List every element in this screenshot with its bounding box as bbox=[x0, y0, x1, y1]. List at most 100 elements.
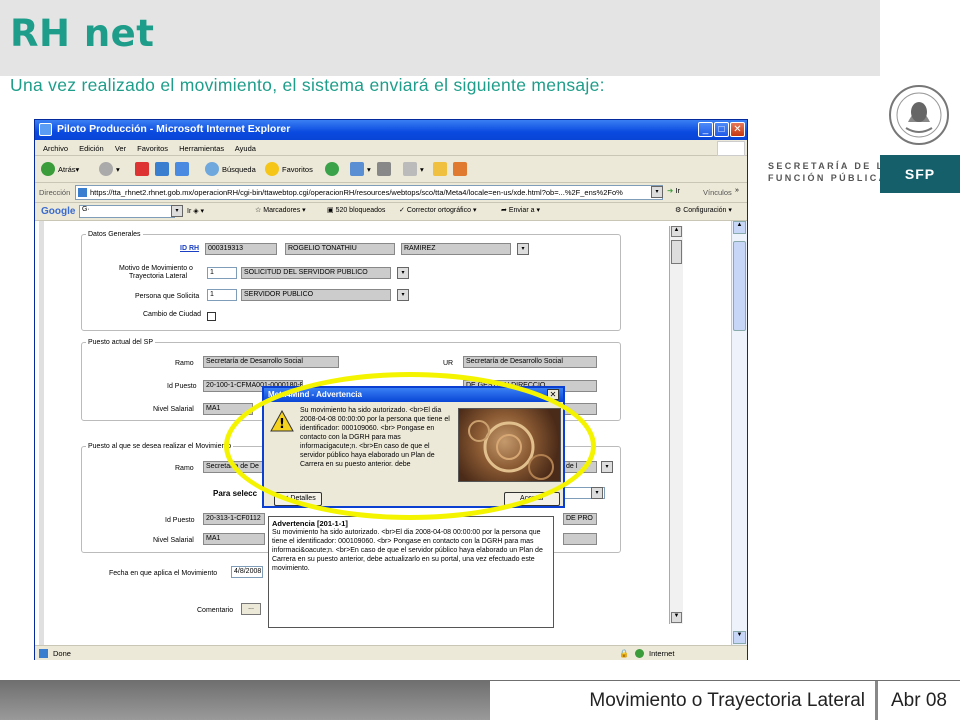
slide-title: RH net bbox=[10, 12, 155, 55]
send-to-button[interactable]: ➦ Enviar a ▾ bbox=[501, 206, 540, 214]
search-button[interactable]: Búsqueda bbox=[205, 160, 256, 178]
persona-label: Persona que Solicita bbox=[135, 293, 200, 300]
menu-herramientas[interactable]: Herramientas bbox=[179, 144, 224, 153]
google-toolbar: Google G· ▾ Ir ◈ ▾ ☆ Marcadores ▾ ▣ 520 … bbox=[35, 203, 747, 221]
motivo-field[interactable]: SOLICITUD DEL SERVIDOR PUBLICO bbox=[241, 267, 391, 279]
forward-button[interactable]: ▾ bbox=[99, 160, 120, 178]
search-icon bbox=[205, 162, 219, 176]
para-seleccionar-label: Para selecc bbox=[213, 489, 258, 498]
status-text: Done bbox=[53, 649, 71, 658]
persona-field[interactable]: SERVIDOR PUBLICO bbox=[241, 289, 391, 301]
stop-button[interactable] bbox=[135, 160, 152, 178]
favorites-button[interactable]: Favoritos bbox=[265, 160, 313, 178]
links-chevron-icon[interactable]: » bbox=[735, 187, 739, 194]
motivo-code-field[interactable]: 1 bbox=[207, 267, 237, 279]
refresh-button[interactable] bbox=[155, 160, 172, 178]
google-logo: Google bbox=[41, 206, 76, 217]
scroll-down-icon[interactable]: ▼ bbox=[733, 631, 746, 644]
outer-scrollbar[interactable]: ▲ ▼ bbox=[731, 221, 747, 645]
page-icon bbox=[78, 188, 87, 197]
links-label[interactable]: Vínculos bbox=[703, 188, 732, 197]
motivo-label-1: Motivo de Movimiento o bbox=[119, 265, 193, 272]
ramo-actual-field[interactable]: Secretaría de Desarrollo Social bbox=[203, 356, 339, 368]
inner-scroll-thumb[interactable] bbox=[671, 240, 682, 264]
id-puesto-nuevo-field[interactable]: 20-313-1-CF0112 bbox=[203, 513, 265, 525]
menu-edicion[interactable]: Edición bbox=[79, 144, 104, 153]
bookmarks-button[interactable]: ☆ Marcadores ▾ bbox=[255, 206, 306, 214]
footer-date: Abr 08 bbox=[875, 681, 960, 720]
detail-text: Su movimiento ha sido autorizado. <br>El… bbox=[272, 529, 543, 572]
scroll-thumb[interactable] bbox=[733, 241, 746, 331]
stop-icon bbox=[135, 162, 149, 176]
address-input[interactable]: https://tta_rhnet2.rhnet.gob.mx/operacio… bbox=[75, 185, 663, 200]
comentario-label: Comentario bbox=[197, 607, 234, 614]
folder-button[interactable] bbox=[433, 160, 450, 178]
edit-icon bbox=[403, 162, 417, 176]
nivel-nuevo-label: Nivel Salarial bbox=[153, 537, 194, 544]
inner-scroll-down-icon[interactable]: ▼ bbox=[671, 612, 682, 623]
motivo-dropdown[interactable]: ▾ bbox=[397, 267, 409, 279]
ramo-nuevo-dropdown[interactable]: ▾ bbox=[601, 461, 613, 473]
address-dropdown[interactable]: ▾ bbox=[651, 186, 663, 198]
scroll-up-icon[interactable]: ▲ bbox=[733, 221, 746, 234]
ie-icon bbox=[39, 123, 52, 136]
menu-bar: Archivo Edición Ver Favoritos Herramient… bbox=[35, 140, 747, 156]
close-icon[interactable]: ✕ bbox=[730, 122, 745, 137]
datos-generales-legend: Datos Generales bbox=[88, 231, 141, 238]
messenger-icon bbox=[453, 162, 467, 176]
cambio-ciudad-label: Cambio de Ciudad bbox=[143, 311, 201, 318]
maximize-icon[interactable]: □ bbox=[714, 122, 729, 137]
menu-ayuda[interactable]: Ayuda bbox=[235, 144, 256, 153]
id-rh-link[interactable]: ID RH bbox=[180, 245, 199, 252]
ramo-nuevo-label: Ramo bbox=[175, 465, 194, 472]
nombre-field[interactable]: ROGELIO TONATHIU bbox=[285, 243, 395, 255]
secretaria-line-1: SECRETARÍA DE LA bbox=[768, 161, 894, 171]
nivel-nuevo-extra-field[interactable] bbox=[563, 533, 597, 545]
settings-button[interactable]: ⚙ Configuración ▾ bbox=[675, 206, 732, 214]
edit-button[interactable]: ▾ bbox=[403, 160, 424, 178]
mail-button[interactable]: ▾ bbox=[350, 160, 371, 178]
puesto-nuevo-desc-field[interactable]: DE PRO bbox=[563, 513, 597, 525]
id-rh-field[interactable]: 000319313 bbox=[205, 243, 277, 255]
messenger-button[interactable] bbox=[453, 160, 470, 178]
fecha-field[interactable]: 4/8/2008 bbox=[231, 566, 263, 578]
history-icon bbox=[325, 162, 339, 176]
seleccion-dropdown[interactable]: ▾ bbox=[591, 487, 603, 499]
google-go-button[interactable]: Ir ◈ ▾ bbox=[187, 207, 204, 215]
nombre-dropdown[interactable]: ▾ bbox=[517, 243, 529, 255]
forward-arrow-icon bbox=[99, 162, 113, 176]
persona-code-field[interactable]: 1 bbox=[207, 289, 237, 301]
inner-scroll-up-icon[interactable]: ▲ bbox=[671, 226, 682, 237]
home-icon bbox=[175, 162, 189, 176]
popup-blocked-button[interactable]: ▣ 520 bloqueados bbox=[327, 206, 385, 214]
globe-icon bbox=[635, 649, 644, 658]
minimize-icon[interactable]: _ bbox=[698, 122, 713, 137]
menu-archivo[interactable]: Archivo bbox=[43, 144, 68, 153]
back-button[interactable]: Atrás ▾ bbox=[41, 160, 79, 178]
dialog-details-panel: Advertencia [201-1-1] Su movimiento ha s… bbox=[268, 516, 554, 628]
spellcheck-button[interactable]: ✓ Corrector ortográfico ▾ bbox=[399, 206, 476, 214]
home-button[interactable] bbox=[175, 160, 192, 178]
left-frame-border bbox=[39, 221, 44, 645]
comentario-button[interactable]: ... bbox=[241, 603, 261, 615]
refresh-icon bbox=[155, 162, 169, 176]
cambio-ciudad-checkbox[interactable] bbox=[207, 312, 216, 321]
address-bar: Dirección https://tta_rhnet2.rhnet.gob.m… bbox=[35, 183, 747, 203]
ur-actual-field[interactable]: Secretaría de Desarrollo Social bbox=[463, 356, 597, 368]
apellido-field[interactable]: RAMIREZ bbox=[401, 243, 511, 255]
print-button[interactable] bbox=[377, 160, 394, 178]
persona-dropdown[interactable]: ▾ bbox=[397, 289, 409, 301]
back-arrow-icon bbox=[41, 162, 55, 176]
motivo-label-2: Trayectoria Lateral bbox=[129, 273, 188, 280]
inner-scrollbar[interactable]: ▲ ▼ bbox=[669, 226, 683, 624]
nivel-actual-label: Nivel Salarial bbox=[153, 406, 194, 413]
google-search-dropdown[interactable]: ▾ bbox=[171, 205, 183, 217]
menu-favoritos[interactable]: Favoritos bbox=[137, 144, 168, 153]
slide-subtitle: Una vez realizado el movimiento, el sist… bbox=[10, 75, 605, 95]
menu-ver[interactable]: Ver bbox=[115, 144, 126, 153]
history-button[interactable] bbox=[325, 160, 342, 178]
status-bar: Done 🔒 Internet bbox=[35, 645, 747, 660]
google-search-input[interactable]: G· bbox=[79, 205, 175, 218]
go-button[interactable]: ➜ Ir bbox=[667, 186, 680, 195]
nivel-nuevo-field[interactable]: MA1 bbox=[203, 533, 265, 545]
